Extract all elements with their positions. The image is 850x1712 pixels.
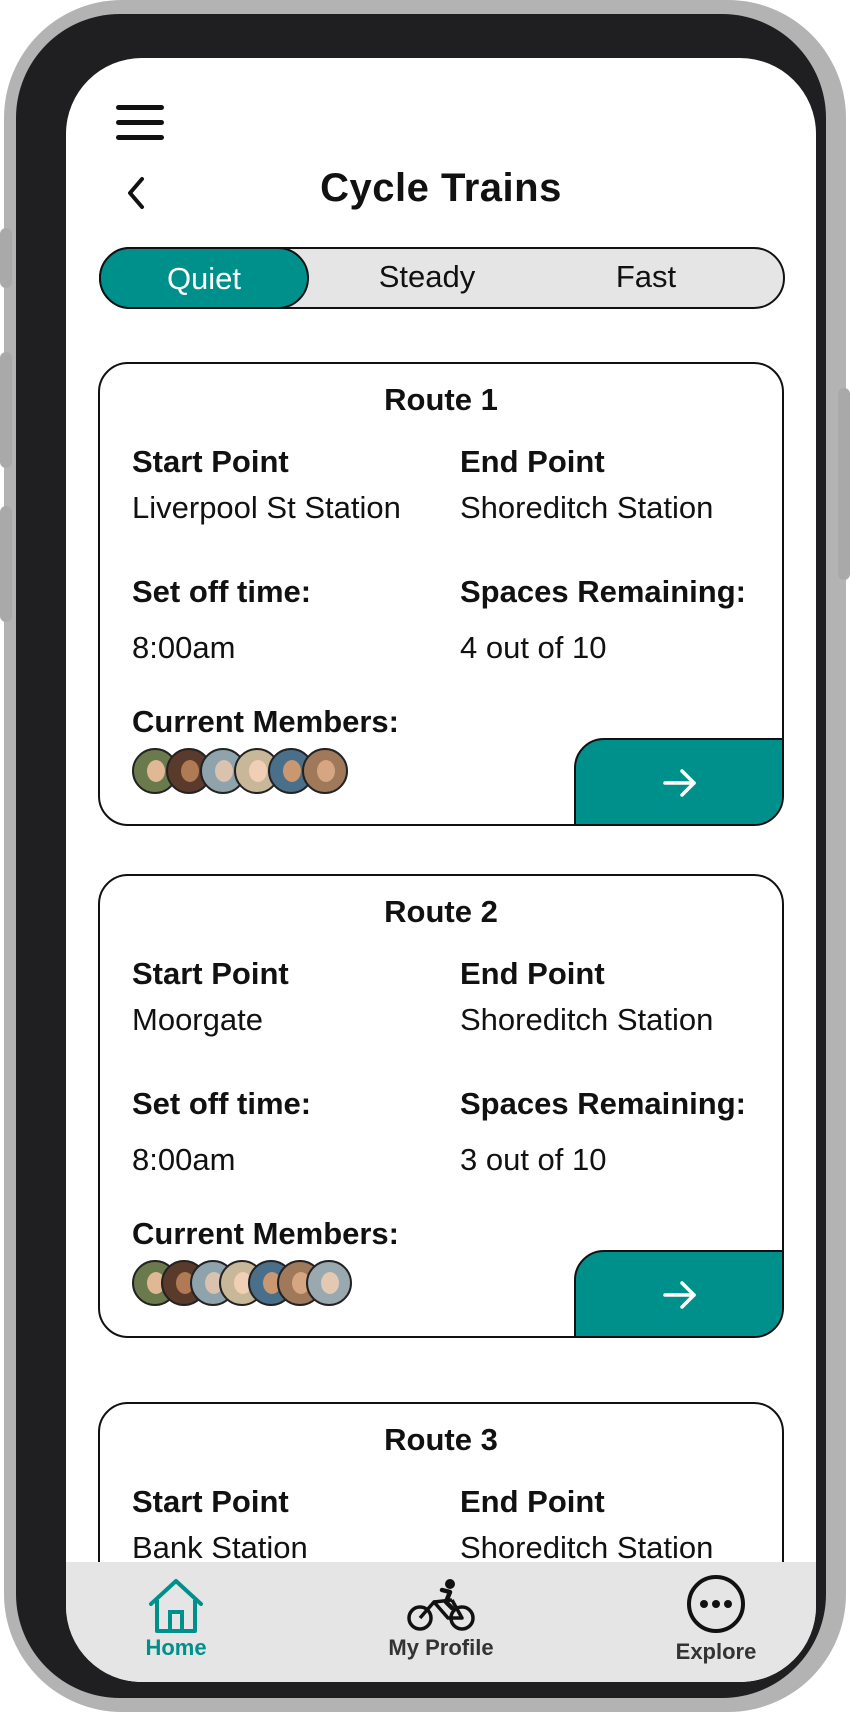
set-off-time-value: 8:00am bbox=[132, 630, 236, 665]
arrow-right-icon bbox=[663, 1281, 696, 1309]
spaces-remaining-label: Spaces Remaining: bbox=[460, 1086, 746, 1121]
start-point-label: Start Point bbox=[132, 956, 289, 991]
arrow-right-icon bbox=[663, 769, 696, 797]
tab-my-profile-label: My Profile bbox=[388, 1635, 494, 1660]
end-point-label: End Point bbox=[460, 444, 605, 479]
route-title: Route 1 bbox=[384, 382, 498, 417]
hamburger-menu-icon[interactable] bbox=[116, 105, 164, 141]
route-title: Route 2 bbox=[384, 894, 498, 929]
current-members-label: Current Members: bbox=[132, 1216, 399, 1251]
end-point-value: Shoreditch Station bbox=[460, 490, 714, 525]
bottom-tab-bar: Home My Profile Explore bbox=[66, 1562, 816, 1682]
route-card[interactable]: Route 2 Start Point Moorgate End Point S… bbox=[98, 874, 784, 1338]
set-off-time-label: Set off time: bbox=[132, 574, 312, 609]
more-icon bbox=[687, 1575, 745, 1633]
set-off-time-label: Set off time: bbox=[132, 1086, 312, 1121]
phone-frame: Cycle Trains Quiet Steady Fast Route 1 S… bbox=[16, 14, 826, 1698]
pace-filter-segmented-control: Quiet Steady Fast bbox=[99, 247, 785, 309]
start-point-label: Start Point bbox=[132, 444, 289, 479]
tab-explore-label: Explore bbox=[675, 1639, 757, 1664]
filter-tab-steady[interactable]: Steady bbox=[337, 247, 517, 309]
spaces-remaining-value: 3 out of 10 bbox=[460, 1142, 607, 1177]
route-title: Route 3 bbox=[384, 1422, 498, 1457]
member-avatars bbox=[132, 1260, 352, 1306]
tab-explore[interactable]: Explore bbox=[656, 1572, 776, 1665]
volume-up-button bbox=[0, 352, 12, 468]
member-avatar[interactable] bbox=[302, 748, 348, 794]
bicycle-icon bbox=[407, 1579, 475, 1631]
page-title: Cycle Trains bbox=[320, 166, 562, 210]
start-point-label: Start Point bbox=[132, 1484, 289, 1519]
spaces-remaining-value: 4 out of 10 bbox=[460, 630, 607, 665]
end-point-label: End Point bbox=[460, 1484, 605, 1519]
set-off-time-value: 8:00am bbox=[132, 1142, 236, 1177]
end-point-value: Shoreditch Station bbox=[460, 1002, 714, 1037]
member-avatars bbox=[132, 748, 348, 794]
filter-tab-fast[interactable]: Fast bbox=[571, 247, 721, 309]
app-screen: Cycle Trains Quiet Steady Fast Route 1 S… bbox=[66, 58, 816, 1682]
tab-home[interactable]: Home bbox=[116, 1576, 236, 1661]
tab-my-profile[interactable]: My Profile bbox=[373, 1576, 509, 1661]
current-members-label: Current Members: bbox=[132, 704, 399, 739]
filter-tab-quiet[interactable]: Quiet bbox=[99, 247, 309, 309]
end-point-label: End Point bbox=[460, 956, 605, 991]
end-point-value: Shoreditch Station bbox=[460, 1530, 714, 1565]
member-avatar[interactable] bbox=[306, 1260, 352, 1306]
open-route-button[interactable] bbox=[574, 738, 782, 824]
start-point-value: Liverpool St Station bbox=[132, 490, 401, 525]
mute-switch bbox=[0, 228, 12, 288]
route-card[interactable]: Route 1 Start Point Liverpool St Station… bbox=[98, 362, 784, 826]
open-route-button[interactable] bbox=[574, 1250, 782, 1336]
volume-down-button bbox=[0, 506, 12, 622]
tab-home-label: Home bbox=[145, 1635, 207, 1660]
power-button bbox=[838, 388, 850, 580]
spaces-remaining-label: Spaces Remaining: bbox=[460, 574, 746, 609]
start-point-value: Moorgate bbox=[132, 1002, 263, 1037]
home-icon bbox=[149, 1579, 203, 1633]
start-point-value: Bank Station bbox=[132, 1530, 308, 1565]
